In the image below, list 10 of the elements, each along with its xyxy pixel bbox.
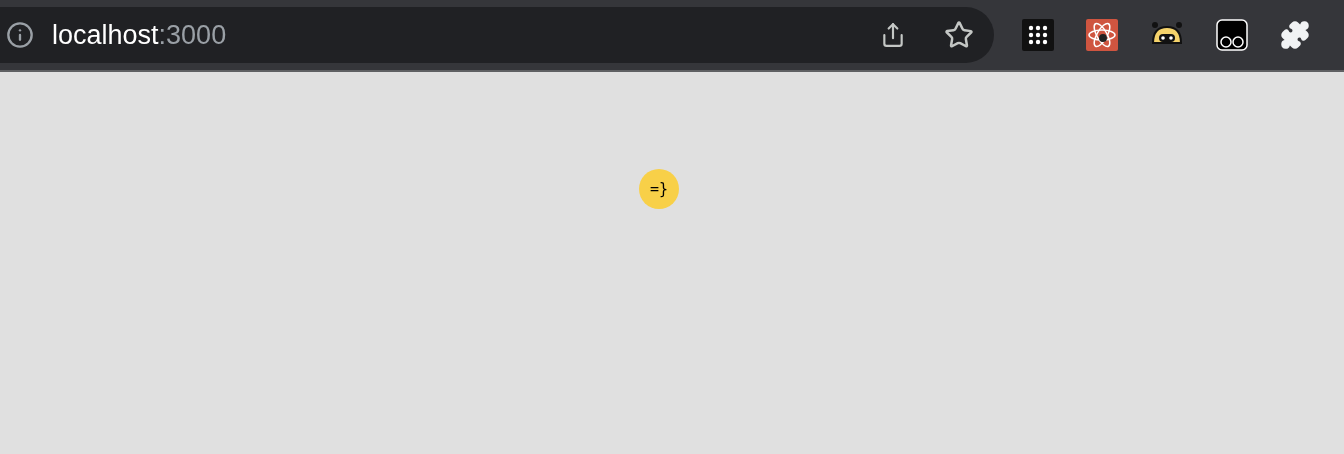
glasses-icon[interactable]	[1216, 19, 1248, 51]
grid-dots-icon[interactable]	[1022, 19, 1054, 51]
bookmark-star-icon[interactable]	[944, 20, 974, 50]
share-icon[interactable]	[880, 21, 906, 49]
extensions-icon[interactable]	[1280, 20, 1310, 50]
address-bar[interactable]: localhost:3000	[0, 7, 994, 63]
info-icon[interactable]	[6, 21, 34, 49]
emoticon-badge: =}	[639, 169, 679, 209]
url-text: localhost:3000	[52, 18, 227, 52]
atom-icon[interactable]	[1086, 19, 1118, 51]
